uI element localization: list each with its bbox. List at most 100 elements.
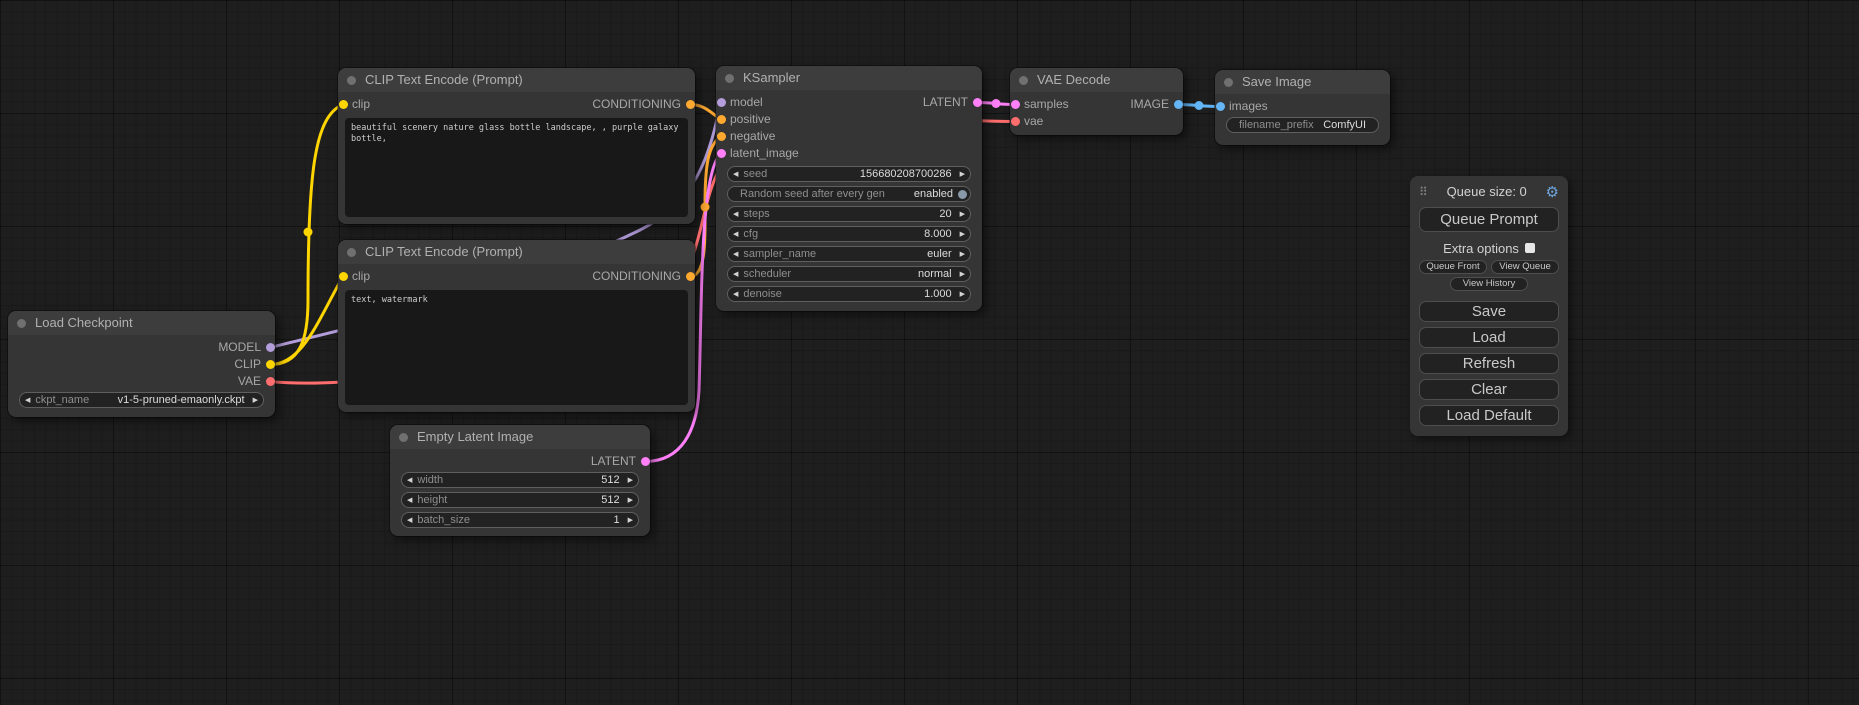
sampler-name-widget[interactable]: ◀ sampler_name euler ▶ — [727, 246, 971, 262]
decrement-icon[interactable]: ◀ — [728, 170, 743, 178]
random-seed-toggle-widget[interactable]: Random seed after every gen enabled — [727, 186, 971, 202]
node-save-image[interactable]: Save Image images filename_prefix ComfyU… — [1215, 70, 1390, 145]
prompt-textarea[interactable]: beautiful scenery nature glass bottle la… — [345, 118, 688, 217]
queue-prompt-button[interactable]: Queue Prompt — [1419, 207, 1559, 232]
settings-gear-icon[interactable]: ⚙ — [1546, 183, 1559, 201]
denoise-widget[interactable]: ◀ denoise 1.000 ▶ — [727, 286, 971, 302]
refresh-button[interactable]: Refresh — [1419, 353, 1559, 374]
decrement-icon[interactable]: ◀ — [20, 396, 35, 404]
save-button[interactable]: Save — [1419, 301, 1559, 322]
width-widget[interactable]: ◀ width 512 ▶ — [401, 472, 639, 488]
increment-icon[interactable]: ▶ — [955, 270, 970, 278]
input-port-clip[interactable] — [339, 272, 348, 281]
output-port-vae[interactable] — [266, 377, 275, 386]
view-queue-button[interactable]: View Queue — [1491, 260, 1559, 274]
node-title-bar[interactable]: CLIP Text Encode (Prompt) — [338, 68, 695, 92]
output-port-latent[interactable] — [973, 98, 982, 107]
node-title: CLIP Text Encode (Prompt) — [365, 244, 523, 259]
node-ksampler[interactable]: KSampler model LATENT positive negative … — [716, 66, 982, 311]
widget-label: filename_prefix — [1239, 119, 1323, 131]
widget-value: enabled — [914, 188, 953, 200]
input-port-model[interactable] — [717, 98, 726, 107]
output-port-latent[interactable] — [641, 457, 650, 466]
input-port-negative[interactable] — [717, 132, 726, 141]
collapse-dot-icon[interactable] — [347, 76, 356, 85]
widget-label: denoise — [743, 288, 924, 300]
batch-size-widget[interactable]: ◀ batch_size 1 ▶ — [401, 512, 639, 528]
node-title-bar[interactable]: VAE Decode — [1010, 68, 1183, 92]
node-clip-text-encode-negative[interactable]: CLIP Text Encode (Prompt) clip CONDITION… — [338, 240, 695, 412]
cfg-widget[interactable]: ◀ cfg 8.000 ▶ — [727, 226, 971, 242]
output-label-conditioning: CONDITIONING — [592, 268, 681, 285]
ckpt-name-widget[interactable]: ◀ ckpt_name v1-5-pruned-emaonly.ckpt ▶ — [19, 392, 264, 408]
input-label-vae: vae — [1024, 113, 1043, 130]
widget-value: ComfyUI — [1323, 119, 1366, 131]
output-label-vae: VAE — [238, 373, 261, 390]
increment-icon[interactable]: ▶ — [248, 396, 263, 404]
collapse-dot-icon[interactable] — [1224, 78, 1233, 87]
clear-button[interactable]: Clear — [1419, 379, 1559, 400]
collapse-dot-icon[interactable] — [725, 74, 734, 83]
increment-icon[interactable]: ▶ — [623, 516, 638, 524]
increment-icon[interactable]: ▶ — [623, 496, 638, 504]
input-port-samples[interactable] — [1011, 100, 1020, 109]
output-label-image: IMAGE — [1130, 96, 1169, 113]
decrement-icon[interactable]: ◀ — [728, 230, 743, 238]
increment-icon[interactable]: ▶ — [955, 230, 970, 238]
increment-icon[interactable]: ▶ — [955, 290, 970, 298]
input-port-positive[interactable] — [717, 115, 726, 124]
output-port-conditioning[interactable] — [686, 272, 695, 281]
load-button[interactable]: Load — [1419, 327, 1559, 348]
node-vae-decode[interactable]: VAE Decode samples IMAGE vae — [1010, 68, 1183, 135]
seed-widget[interactable]: ◀ seed 156680208700286 ▶ — [727, 166, 971, 182]
view-history-button[interactable]: View History — [1450, 277, 1528, 291]
node-empty-latent-image[interactable]: Empty Latent Image LATENT ◀ width 512 ▶ … — [390, 425, 650, 536]
increment-icon[interactable]: ▶ — [623, 476, 638, 484]
node-clip-text-encode-positive[interactable]: CLIP Text Encode (Prompt) clip CONDITION… — [338, 68, 695, 224]
prompt-textarea[interactable]: text, watermark — [345, 290, 688, 405]
output-port-image[interactable] — [1174, 100, 1183, 109]
node-title-bar[interactable]: Load Checkpoint — [8, 311, 275, 335]
input-port-latent-image[interactable] — [717, 149, 726, 158]
node-load-checkpoint[interactable]: Load Checkpoint MODEL CLIP VAE ◀ ckpt_na… — [8, 311, 275, 417]
decrement-icon[interactable]: ◀ — [728, 210, 743, 218]
collapse-dot-icon[interactable] — [17, 319, 26, 328]
filename-prefix-widget[interactable]: filename_prefix ComfyUI — [1226, 117, 1379, 133]
input-label-latent-image: latent_image — [730, 145, 799, 162]
collapse-dot-icon[interactable] — [399, 433, 408, 442]
increment-icon[interactable]: ▶ — [955, 170, 970, 178]
decrement-icon[interactable]: ◀ — [402, 496, 417, 504]
height-widget[interactable]: ◀ height 512 ▶ — [401, 492, 639, 508]
node-title-bar[interactable]: Empty Latent Image — [390, 425, 650, 449]
increment-icon[interactable]: ▶ — [955, 210, 970, 218]
load-default-button[interactable]: Load Default — [1419, 405, 1559, 426]
steps-widget[interactable]: ◀ steps 20 ▶ — [727, 206, 971, 222]
extra-options-checkbox[interactable] — [1525, 243, 1535, 253]
drag-handle-icon[interactable]: ⠿ — [1419, 185, 1428, 199]
widget-label: width — [417, 474, 601, 486]
decrement-icon[interactable]: ◀ — [728, 270, 743, 278]
decrement-icon[interactable]: ◀ — [402, 476, 417, 484]
increment-icon[interactable]: ▶ — [955, 250, 970, 258]
decrement-icon[interactable]: ◀ — [728, 290, 743, 298]
node-title: VAE Decode — [1037, 72, 1110, 87]
output-port-conditioning[interactable] — [686, 100, 695, 109]
widget-value: euler — [927, 248, 951, 260]
input-port-clip[interactable] — [339, 100, 348, 109]
output-label-latent: LATENT — [923, 94, 968, 111]
output-port-clip[interactable] — [266, 360, 275, 369]
scheduler-widget[interactable]: ◀ scheduler normal ▶ — [727, 266, 971, 282]
node-graph-canvas[interactable]: Load Checkpoint MODEL CLIP VAE ◀ ckpt_na… — [0, 0, 1859, 705]
node-title-bar[interactable]: KSampler — [716, 66, 982, 90]
collapse-dot-icon[interactable] — [1019, 76, 1028, 85]
link-dot-clip — [304, 228, 313, 237]
decrement-icon[interactable]: ◀ — [728, 250, 743, 258]
output-port-model[interactable] — [266, 343, 275, 352]
node-title-bar[interactable]: CLIP Text Encode (Prompt) — [338, 240, 695, 264]
decrement-icon[interactable]: ◀ — [402, 516, 417, 524]
input-port-images[interactable] — [1216, 102, 1225, 111]
queue-front-button[interactable]: Queue Front — [1419, 260, 1487, 274]
collapse-dot-icon[interactable] — [347, 248, 356, 257]
node-title-bar[interactable]: Save Image — [1215, 70, 1390, 94]
input-port-vae[interactable] — [1011, 117, 1020, 126]
